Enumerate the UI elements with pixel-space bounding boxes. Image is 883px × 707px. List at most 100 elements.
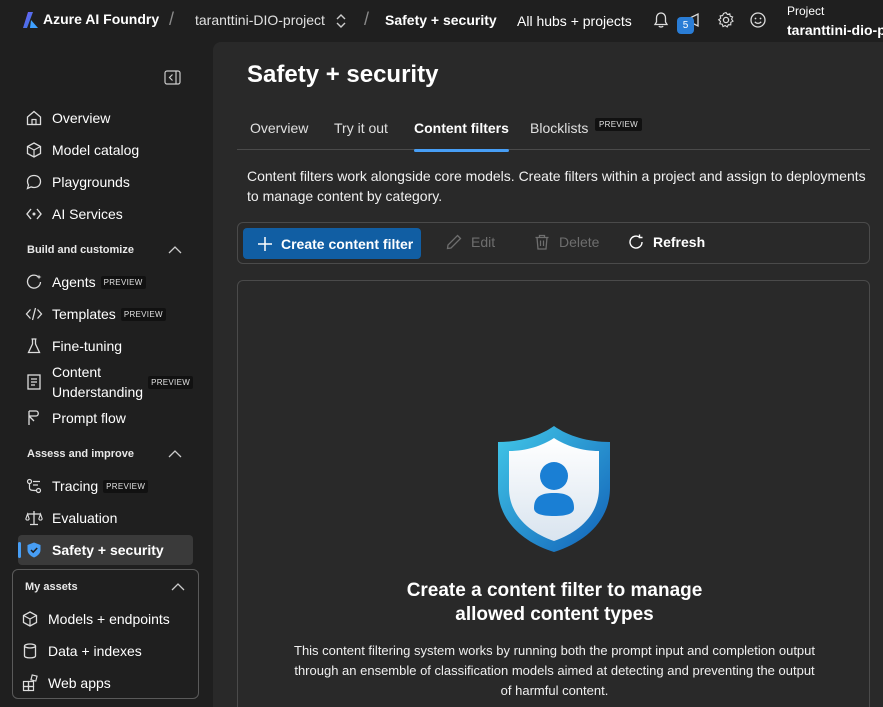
edit-button[interactable]: Edit	[445, 233, 495, 251]
section-label: Assess and improve	[27, 448, 134, 460]
my-assets-panel: My assets Models + endpoints Data + inde…	[12, 569, 199, 699]
button-label: Refresh	[653, 234, 706, 250]
section-label: Build and customize	[27, 244, 134, 256]
chevron-up-icon[interactable]	[171, 582, 185, 592]
flask-icon	[25, 337, 43, 355]
breadcrumb-current: Safety + security	[385, 12, 497, 28]
tab-blocklists[interactable]: Blocklists	[530, 120, 588, 150]
sidebar-item-model-catalog[interactable]: Model catalog	[18, 135, 193, 165]
preview-badge: PREVIEW	[103, 479, 149, 493]
tab-overview[interactable]: Overview	[250, 120, 308, 150]
sidebar-item-label: Model catalog	[52, 142, 140, 158]
plus-icon	[258, 236, 272, 251]
tab-bar: Overview Try it out Content filters Bloc…	[237, 110, 870, 152]
home-icon	[25, 109, 43, 127]
chevron-up-icon[interactable]	[168, 245, 182, 255]
database-icon	[21, 642, 39, 660]
notification-badge[interactable]: 5	[677, 17, 694, 34]
sidebar-item-label: Web apps	[48, 675, 111, 691]
sidebar-item-label: Agents	[52, 274, 96, 290]
empty-state-title: Create a content filter to manage allowe…	[318, 579, 791, 627]
preview-badge: PREVIEW	[100, 275, 146, 289]
sidebar-item-agents[interactable]: Agents PREVIEW	[18, 267, 193, 297]
all-hubs-link[interactable]: All hubs + projects	[517, 13, 632, 29]
sidebar-item-fine-tuning[interactable]: Fine-tuning	[18, 331, 193, 361]
box-icon	[21, 610, 39, 628]
empty-state-description: This content filtering system works by r…	[294, 643, 816, 698]
sidebar-item-overview[interactable]: Overview	[18, 103, 193, 133]
sidebar-item-models-endpoints[interactable]: Models + endpoints	[21, 605, 191, 633]
gear-icon[interactable]	[717, 11, 735, 29]
tab-content-filters[interactable]: Content filters	[414, 120, 509, 152]
collapse-sidebar-icon[interactable]	[164, 70, 181, 85]
sidebar-item-tracing[interactable]: Tracing PREVIEW	[18, 471, 193, 501]
breadcrumb-separator: /	[364, 9, 370, 29]
page-title: Safety + security	[247, 61, 439, 88]
breadcrumb-separator: /	[169, 9, 175, 29]
apps-icon	[21, 674, 39, 692]
sidebar-item-label: Evaluation	[52, 510, 118, 526]
shield-person-illustration-icon	[498, 426, 610, 552]
sidebar-item-label: Playgrounds	[52, 174, 130, 190]
chevron-up-down-icon[interactable]	[335, 13, 347, 29]
preview-badge: PREVIEW	[595, 118, 642, 131]
empty-state-panel: Create a content filter to manage allowe…	[237, 280, 870, 707]
sidebar-item-label: Overview	[52, 110, 111, 126]
toolbar: Create content filter Edit Delete Refres…	[237, 222, 870, 264]
flow-icon	[25, 409, 43, 427]
page-description: Content filters work alongside core mode…	[247, 168, 866, 204]
azure-ai-foundry-logo-icon[interactable]	[22, 11, 39, 29]
sidebar-item-label: Safety + security	[52, 542, 164, 558]
sidebar-item-evaluation[interactable]: Evaluation	[18, 503, 193, 533]
project-name[interactable]: taranttini-dio-p	[787, 22, 883, 38]
main-content: Safety + security Overview Try it out Co…	[213, 42, 883, 707]
document-icon	[25, 373, 43, 391]
chat-icon	[25, 173, 43, 191]
brand-name[interactable]: Azure AI Foundry	[43, 11, 159, 27]
sidebar-item-safety-security[interactable]: Safety + security	[18, 535, 193, 565]
section-assess-and-improve[interactable]: Assess and improve	[27, 444, 182, 464]
empty-state-title-line1: Create a content filter to manage	[406, 580, 703, 601]
sidebar-item-label: Models + endpoints	[48, 611, 170, 627]
feedback-smiley-icon[interactable]	[749, 11, 767, 29]
ai-services-icon	[25, 205, 43, 223]
preview-badge: PREVIEW	[148, 375, 194, 389]
sidebar-item-label: AI Services	[52, 206, 123, 222]
section-label: My assets	[25, 581, 78, 593]
sidebar-item-label: Fine-tuning	[52, 338, 123, 354]
empty-state-title-line2: allowed content types	[455, 604, 654, 625]
chevron-up-icon[interactable]	[168, 449, 182, 459]
top-bar: Azure AI Foundry / taranttini-DIO-projec…	[0, 0, 883, 42]
shield-icon	[25, 541, 43, 559]
sidebar-item-ai-services[interactable]: AI Services	[18, 199, 193, 229]
sidebar-item-label: Data + indexes	[48, 643, 142, 659]
refresh-icon	[629, 234, 643, 249]
tab-try-it-out[interactable]: Try it out	[334, 120, 388, 150]
breadcrumb-project[interactable]: taranttini-DIO-project	[195, 12, 325, 28]
sidebar-item-label: Tracing	[52, 478, 99, 494]
agents-icon	[25, 273, 43, 291]
scale-icon	[25, 509, 43, 527]
button-label: Delete	[559, 234, 600, 250]
cube-icon	[25, 141, 43, 159]
sidebar-item-label: Prompt flow	[52, 410, 126, 426]
create-content-filter-button[interactable]: Create content filter	[243, 228, 421, 259]
delete-button[interactable]: Delete	[533, 233, 599, 251]
sidebar-item-playgrounds[interactable]: Playgrounds	[18, 167, 193, 197]
trash-icon	[535, 234, 549, 250]
pencil-icon	[446, 234, 462, 250]
section-my-assets[interactable]: My assets	[25, 577, 185, 597]
sidebar-item-web-apps[interactable]: Web apps	[21, 669, 191, 697]
button-label: Edit	[471, 234, 496, 250]
sidebar-item-templates[interactable]: Templates PREVIEW	[18, 299, 193, 329]
sidebar-item-data-indexes[interactable]: Data + indexes	[21, 637, 191, 665]
sidebar-item-prompt-flow[interactable]: Prompt flow	[18, 403, 193, 433]
bell-icon[interactable]	[652, 11, 670, 29]
refresh-button[interactable]: Refresh	[627, 233, 705, 251]
sidebar-item-content-understanding[interactable]: Content Understanding PREVIEW	[18, 362, 194, 402]
sidebar-item-label: Content Understanding	[52, 364, 144, 400]
sidebar-item-label: Templates	[52, 306, 116, 322]
project-label: Project	[787, 4, 825, 18]
section-build-and-customize[interactable]: Build and customize	[27, 240, 182, 260]
tracing-icon	[25, 477, 43, 495]
